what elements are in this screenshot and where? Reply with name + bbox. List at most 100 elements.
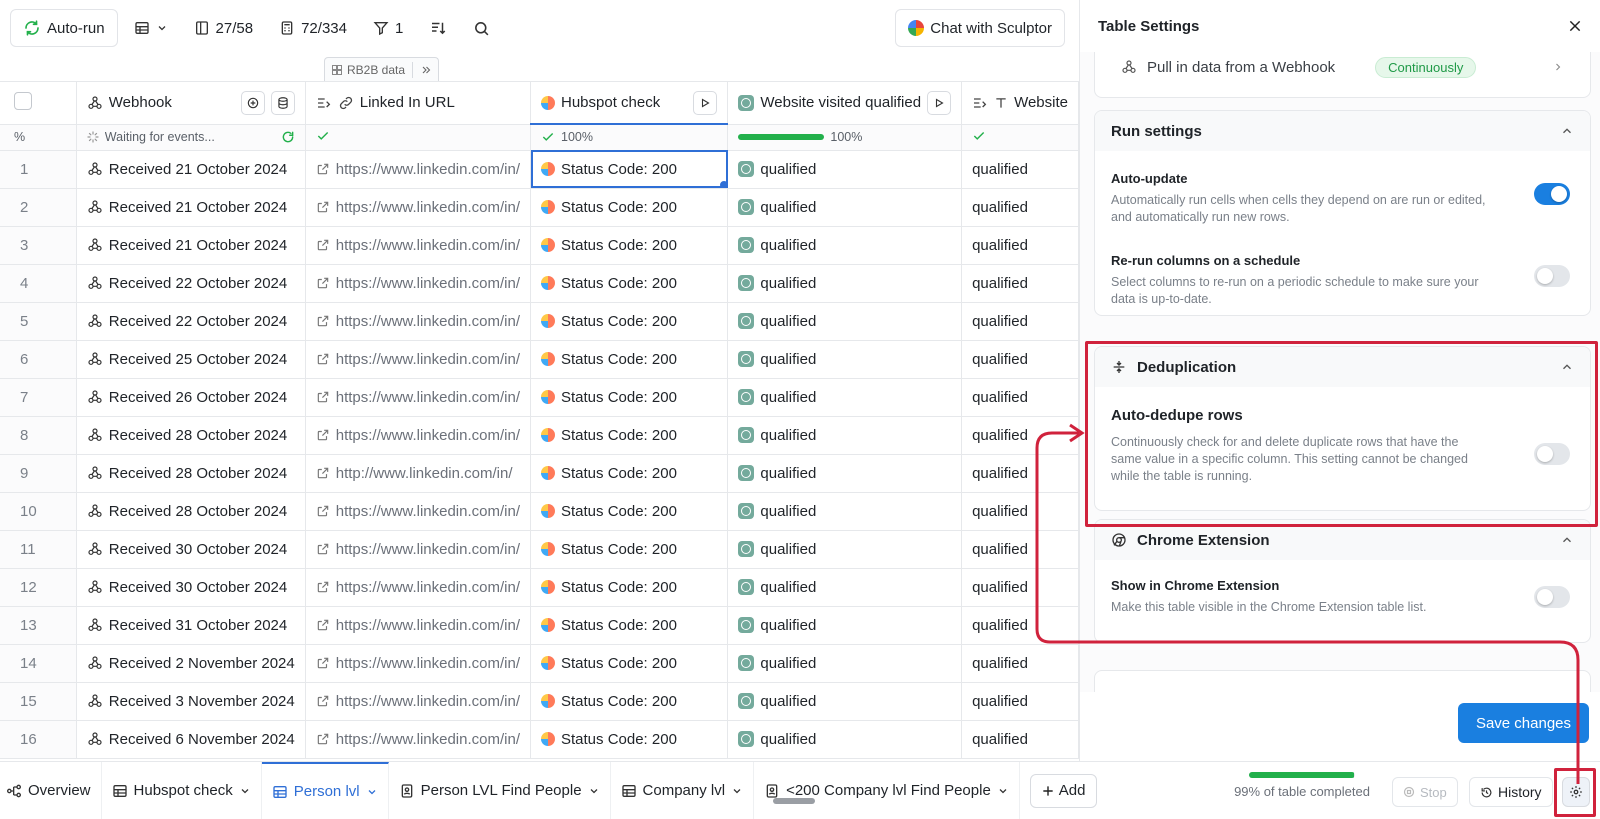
tab-sheet[interactable]: Person LVL Find People (389, 761, 611, 819)
hubspot-cell[interactable]: Status Code: 200 (530, 568, 729, 607)
webhook-cell[interactable]: Received 3 November 2024 (76, 682, 306, 721)
run-column-icon[interactable] (927, 90, 952, 115)
rows-count[interactable]: 27/58 (184, 9, 264, 47)
table-row[interactable]: 15 Received 3 November 2024 https://www.li… (0, 682, 1079, 721)
horizontal-scrollbar[interactable] (773, 798, 815, 804)
linkedin-cell[interactable]: https://www.linkedin.com/in/ (305, 492, 532, 531)
external-link-icon[interactable] (316, 504, 330, 518)
cells-count[interactable]: 72/334 (269, 9, 357, 47)
website-visited-cell[interactable]: qualified (727, 378, 963, 417)
table-row[interactable]: 12 Received 30 October 2024 https://www.li… (0, 568, 1079, 607)
fill-handle[interactable] (720, 180, 727, 187)
hubspot-cell[interactable]: Status Code: 200 (530, 264, 729, 303)
select-all-header[interactable] (0, 82, 77, 125)
website-cell[interactable]: qualified (961, 416, 1079, 455)
table-row[interactable]: 3 Received 21 October 2024 https://www.lin… (0, 226, 1079, 265)
table-row[interactable]: 9 Received 28 October 2024 http://www.link… (0, 454, 1079, 493)
external-link-icon[interactable] (316, 580, 330, 594)
external-link-icon[interactable] (316, 276, 330, 290)
linkedin-cell[interactable]: https://www.linkedin.com/in/ (305, 682, 532, 721)
table-row[interactable]: 8 Received 28 October 2024 https://www.lin… (0, 416, 1079, 455)
website-cell[interactable]: qualified (961, 606, 1079, 645)
tab-sheet[interactable]: Hubspot check (102, 761, 262, 819)
external-link-icon[interactable] (316, 390, 330, 404)
webhook-cell[interactable]: Received 2 November 2024 (76, 644, 306, 683)
hubspot-cell[interactable]: Status Code: 200 (530, 416, 729, 455)
external-link-icon[interactable] (316, 314, 330, 328)
linkedin-cell[interactable]: https://www.linkedin.com/in/ (305, 188, 532, 227)
website-visited-cell[interactable]: qualified (727, 226, 963, 265)
external-link-icon[interactable] (316, 656, 330, 670)
table-row[interactable]: 2 Received 21 October 2024 https://www.lin… (0, 188, 1079, 227)
refresh-icon[interactable] (281, 130, 295, 144)
website-visited-cell[interactable]: qualified (727, 644, 963, 683)
external-link-icon[interactable] (316, 618, 330, 632)
external-link-icon[interactable] (316, 542, 330, 556)
website-visited-cell[interactable]: qualified (727, 188, 963, 227)
tab-sheet[interactable]: <200 Company lvl Find People (754, 761, 1020, 819)
website-cell[interactable]: qualified (961, 226, 1079, 265)
database-icon[interactable] (270, 90, 295, 115)
webhook-cell[interactable]: Received 21 October 2024 (76, 226, 306, 265)
hubspot-cell[interactable]: Status Code: 200 (530, 378, 729, 417)
webhook-cell[interactable]: Received 22 October 2024 (76, 302, 306, 341)
website-visited-cell[interactable]: qualified (727, 416, 963, 455)
webhook-cell[interactable]: Received 30 October 2024 (76, 530, 306, 569)
website-cell[interactable]: qualified (961, 378, 1079, 417)
website-cell[interactable]: qualified (961, 492, 1079, 531)
linkedin-cell[interactable]: https://www.linkedin.com/in/ (305, 606, 532, 645)
external-link-icon[interactable] (316, 466, 330, 480)
select-all-checkbox[interactable] (14, 91, 32, 110)
external-link-icon[interactable] (316, 162, 330, 176)
external-link-icon[interactable] (316, 352, 330, 366)
website-visited-cell[interactable]: qualified (727, 302, 963, 341)
chevron-down-icon[interactable] (239, 785, 251, 797)
webhook-source-row[interactable]: Pull in data from a Webhook Continuously (1095, 52, 1590, 87)
linkedin-cell[interactable]: http://www.linkedin.com/in/ (305, 454, 532, 493)
website-cell[interactable]: qualified (961, 340, 1079, 379)
linkedin-cell[interactable]: https://www.linkedin.com/in/ (305, 530, 532, 569)
website-cell[interactable]: qualified (961, 682, 1079, 721)
hubspot-cell[interactable]: Status Code: 200 (530, 150, 729, 189)
website-cell[interactable]: qualified (961, 644, 1079, 683)
website-cell[interactable]: qualified (961, 720, 1079, 759)
linkedin-cell[interactable]: https://www.linkedin.com/in/ (305, 226, 532, 265)
table-row[interactable]: 5 Received 22 October 2024 https://www.lin… (0, 302, 1079, 341)
table-row[interactable]: 14 Received 2 November 2024 https://www.li… (0, 644, 1079, 683)
webhook-cell[interactable]: Received 21 October 2024 (76, 188, 306, 227)
website-cell[interactable]: qualified (961, 454, 1079, 493)
website-visited-cell[interactable]: qualified (727, 454, 963, 493)
website-cell[interactable]: qualified (961, 188, 1079, 227)
external-link-icon[interactable] (316, 694, 330, 708)
run-column-icon[interactable] (693, 90, 718, 115)
website-visited-cell[interactable]: qualified (727, 530, 963, 569)
hubspot-cell[interactable]: Status Code: 200 (530, 226, 729, 265)
stop-button[interactable]: Stop (1392, 777, 1458, 807)
webhook-cell[interactable]: Received 28 October 2024 (76, 492, 306, 531)
autorun-button[interactable]: Auto-run (10, 9, 118, 47)
external-link-icon[interactable] (316, 238, 330, 252)
history-button[interactable]: History (1469, 777, 1553, 807)
website-visited-cell[interactable]: qualified (727, 492, 963, 531)
linkedin-cell[interactable]: https://www.linkedin.com/in/ (305, 644, 532, 683)
website-cell[interactable]: qualified (961, 264, 1079, 303)
webhook-cell[interactable]: Received 30 October 2024 (76, 568, 306, 607)
hubspot-cell[interactable]: Status Code: 200 (530, 720, 729, 759)
website-cell[interactable]: qualified (961, 302, 1079, 341)
column-header-hubspot[interactable]: Hubspot check (530, 82, 729, 125)
website-visited-cell[interactable]: qualified (727, 720, 963, 759)
table-row[interactable]: 7 Received 26 October 2024 https://www.lin… (0, 378, 1079, 417)
chevron-down-icon[interactable] (731, 785, 743, 797)
add-sheet-button[interactable]: Add (1029, 773, 1097, 808)
external-link-icon[interactable] (316, 200, 330, 214)
hubspot-cell[interactable]: Status Code: 200 (530, 606, 729, 645)
run-settings-header[interactable]: Run settings (1095, 111, 1590, 151)
webhook-cell[interactable]: Received 26 October 2024 (76, 378, 306, 417)
website-cell[interactable]: qualified (961, 530, 1079, 569)
close-icon[interactable] (1567, 18, 1583, 34)
webhook-cell[interactable]: Received 6 November 2024 (76, 720, 306, 759)
table-row[interactable]: 16 Received 6 November 2024 https://www.li… (0, 720, 1079, 759)
tab-sheet[interactable]: Person lvl (261, 761, 389, 819)
hubspot-cell[interactable]: Status Code: 200 (530, 340, 729, 379)
website-cell[interactable]: qualified (961, 568, 1079, 607)
